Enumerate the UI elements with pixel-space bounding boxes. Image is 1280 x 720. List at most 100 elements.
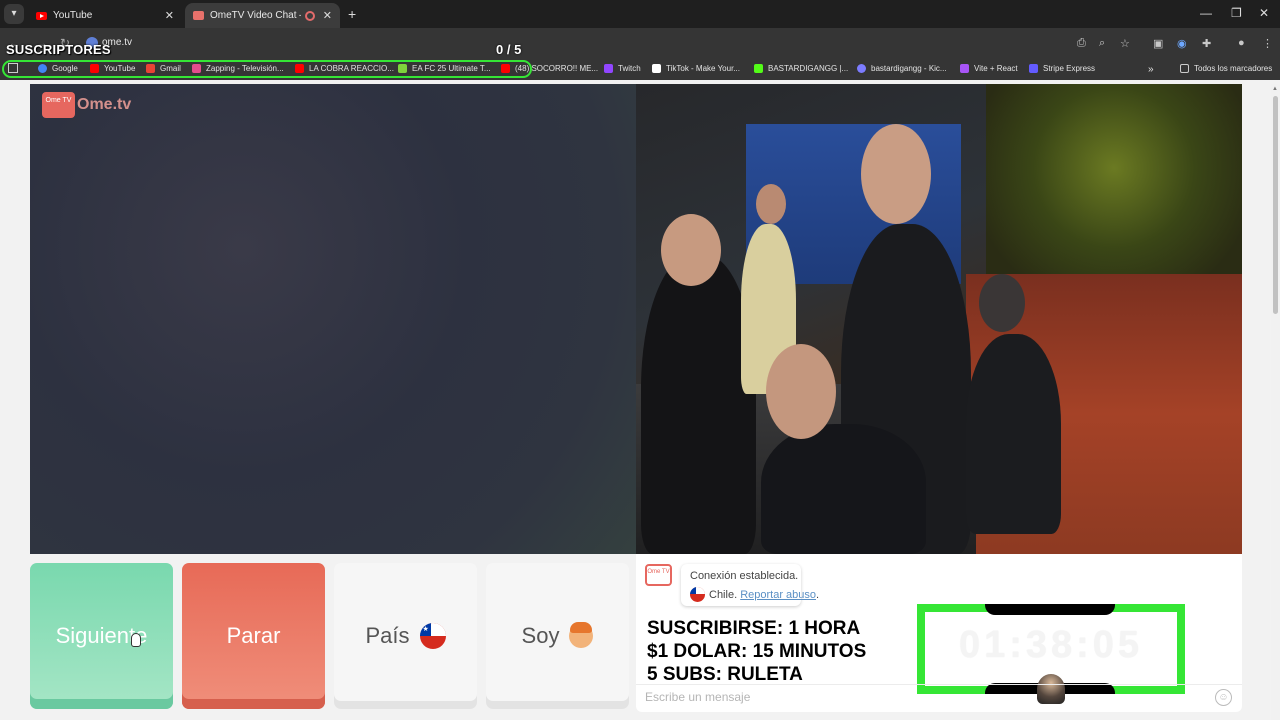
video-person: [966, 334, 1061, 534]
tab-title: OmeTV Video Chat — Ome: [210, 10, 301, 21]
video-person-head: [661, 214, 721, 286]
partner-country: Chile. Reportar abuso.: [690, 587, 819, 602]
streamer-webcam: [1037, 674, 1065, 704]
countdown-timer: 01:38:05: [958, 624, 1144, 666]
country-label: País: [365, 623, 410, 648]
promo-line: SUSCRIBIRSE: 1 HORA: [647, 618, 861, 639]
bookmark-item[interactable]: bastardigangg - Kic...: [857, 64, 947, 73]
message-input[interactable]: Escribe un mensaje: [645, 690, 750, 704]
stop-button[interactable]: Parar: [182, 563, 325, 709]
bookmark-item[interactable]: Stripe Express: [1029, 64, 1095, 73]
stop-label: Parar: [226, 623, 281, 648]
hand-cursor-icon: [131, 633, 141, 647]
kick-icon: [754, 64, 763, 73]
bookmark-item[interactable]: Gmail: [146, 64, 181, 73]
tab-youtube[interactable]: YouTube ✕: [28, 3, 182, 28]
video-background-foliage: [986, 84, 1242, 294]
video-person-head: [756, 184, 786, 224]
timer-frame-bar: [985, 604, 1115, 615]
minimize-icon[interactable]: —: [1200, 6, 1212, 20]
promo-line: 5 SUBS: RULETA: [647, 664, 803, 685]
browser-tab-bar: ▾ YouTube ✕ OmeTV Video Chat — Ome ✕ + —…: [0, 0, 1280, 28]
chile-flag-icon: ★: [419, 623, 446, 649]
gmail-icon: [146, 64, 155, 73]
video-person: [761, 424, 926, 554]
stripe-icon: [1029, 64, 1038, 73]
bookmark-item[interactable]: Google: [38, 64, 78, 73]
tab-title: YouTube: [53, 10, 93, 21]
video-person-head: [979, 274, 1025, 332]
tv-icon: Ome TV: [42, 92, 75, 118]
vite-icon: [960, 64, 969, 73]
boy-emoji-icon: [569, 622, 594, 648]
bookmark-item[interactable]: BASTARDIGANGG |...: [754, 64, 848, 73]
youtube-favicon-icon: [36, 11, 47, 20]
bookmarks-bar: Google YouTube Gmail Zapping - Televisió…: [0, 58, 1280, 80]
google-icon: [38, 64, 47, 73]
country-button[interactable]: País ★: [334, 563, 477, 709]
restore-icon[interactable]: ❐: [1231, 6, 1242, 20]
recording-icon: [304, 10, 315, 21]
scrollbar-thumb[interactable]: [1273, 96, 1278, 314]
new-tab-button[interactable]: +: [348, 6, 356, 22]
tab-ometv[interactable]: OmeTV Video Chat — Ome ✕: [185, 3, 340, 28]
report-abuse-link[interactable]: Reportar abuso: [740, 589, 816, 601]
close-icon[interactable]: ✕: [323, 9, 332, 22]
tab-groups-icon[interactable]: ▣: [1153, 37, 1163, 50]
subscribers-overlay-count: 0 / 5: [496, 42, 522, 57]
promo-line: $1 DOLAR: 15 MINUTOS: [647, 641, 867, 662]
ometv-favicon-icon: [193, 11, 204, 20]
bookmark-item[interactable]: (48) SOCORRO!! ME...: [501, 64, 598, 73]
ometv-chat-icon: Ome TV: [645, 564, 672, 586]
bookmark-item[interactable]: TikTok - Make Your...: [652, 64, 740, 73]
next-button[interactable]: Siguiente: [30, 563, 173, 709]
youtube-icon: [90, 64, 99, 73]
stream-promo-text: SUSCRIBIRSE: 1 HORA $1 DOLAR: 15 MINUTOS…: [647, 617, 866, 686]
bookmark-item[interactable]: YouTube: [90, 64, 135, 73]
local-video: [30, 84, 636, 554]
window-close-icon[interactable]: ✕: [1259, 6, 1269, 20]
ometv-logo[interactable]: Ome TV Ome.tv: [42, 92, 131, 118]
video-person: [641, 254, 756, 554]
extension-icon[interactable]: ◉: [1177, 37, 1187, 50]
bookmark-item[interactable]: EA FC 25 Ultimate T...: [398, 64, 491, 73]
tab-search-button[interactable]: ▾: [4, 4, 24, 24]
remote-video: [636, 84, 1242, 554]
connection-status: Conexión establecida.: [690, 570, 799, 582]
close-icon[interactable]: ✕: [165, 9, 174, 22]
logo-text: Ome.tv: [77, 96, 132, 113]
bookmarks-overflow-icon[interactable]: »: [1148, 64, 1154, 75]
country-name: Chile.: [709, 588, 738, 601]
bookmark-item[interactable]: Zapping - Televisión...: [192, 64, 284, 73]
chile-flag-icon: [690, 587, 705, 602]
more-menu-icon[interactable]: ⋮: [1262, 37, 1273, 50]
system-message: Conexión establecida. Chile. Reportar ab…: [681, 564, 819, 606]
gender-button[interactable]: Soy: [486, 563, 629, 709]
youtube-icon: [501, 64, 510, 73]
bookmark-item[interactable]: Twitch: [604, 64, 641, 73]
video-person-head: [766, 344, 836, 439]
emoji-smile-icon[interactable]: ☺: [1215, 689, 1232, 706]
video-person-head: [861, 124, 931, 224]
bookmark-star-icon[interactable]: ☆: [1120, 37, 1130, 50]
address-bar: ← → ↻ ome.tv ⎙ ⌕ ☆ ▣ ◉ ✚ ● ⋮: [0, 28, 1280, 58]
link-icon: [857, 64, 866, 73]
zapping-icon: [192, 64, 201, 73]
youtube-icon: [295, 64, 304, 73]
all-bookmarks-folder[interactable]: Todos los marcadores: [1180, 64, 1272, 73]
ea-icon: [398, 64, 407, 73]
extensions-puzzle-icon[interactable]: ✚: [1202, 37, 1211, 50]
bookmark-item[interactable]: Vite + React: [960, 64, 1018, 73]
folder-icon: [1180, 64, 1189, 73]
cast-icon[interactable]: ⎙: [1077, 37, 1086, 50]
tiktok-icon: [652, 64, 661, 73]
twitch-icon: [604, 64, 613, 73]
profile-avatar[interactable]: ●: [1238, 37, 1245, 49]
chat-divider: [636, 684, 1242, 685]
zoom-icon[interactable]: ⌕: [1099, 37, 1105, 50]
gender-label: Soy: [521, 623, 560, 648]
subscribers-overlay-title: SUSCRIPTORES: [6, 42, 111, 57]
scroll-up-icon[interactable]: ▲: [1272, 86, 1278, 92]
apps-grid-icon[interactable]: [8, 63, 18, 73]
bookmark-item[interactable]: LA COBRA REACCIO...: [295, 64, 394, 73]
